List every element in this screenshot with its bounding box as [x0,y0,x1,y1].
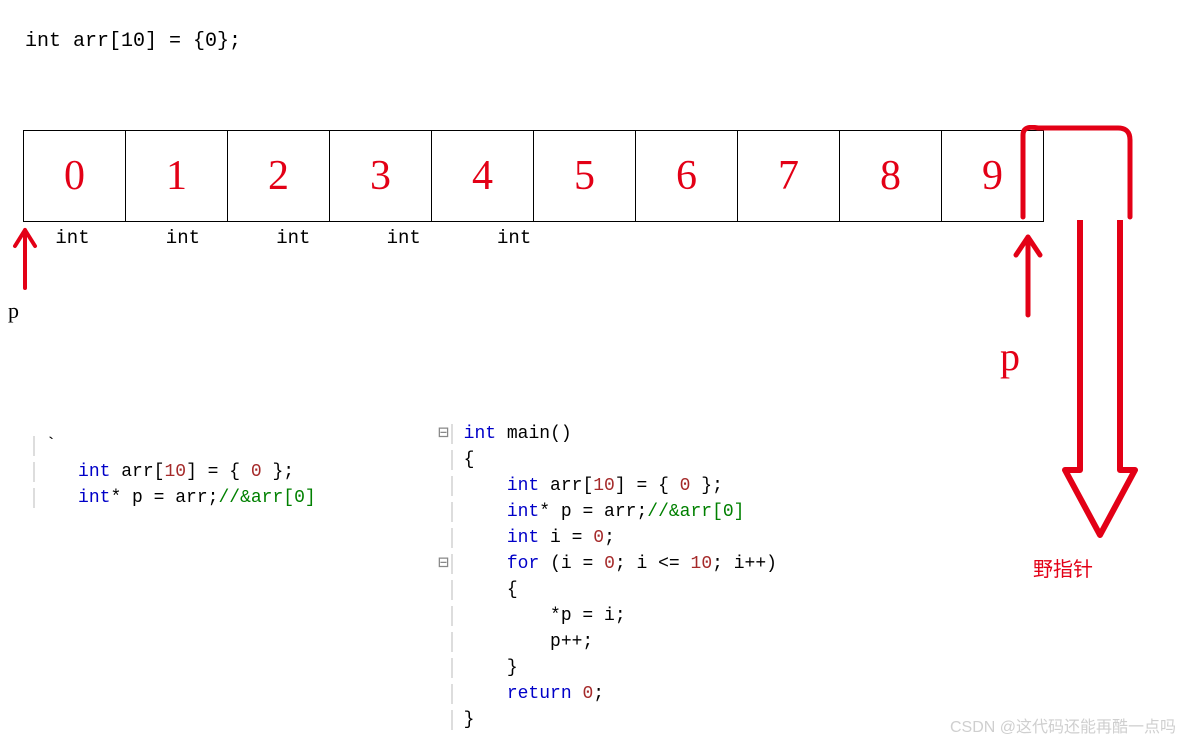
type-label: int [133,227,232,249]
code-snippet-2: ⊟ int main() { int arr[10] = { 0 }; int*… [438,395,777,733]
cell-6: 6 [676,153,697,199]
array-table: 0 1 2 3 4 5 6 7 8 9 [23,130,1044,222]
pointer-end-label: p [1000,333,1020,380]
type-labels-row: int int int int int [23,227,564,249]
wild-pointer-label: 野指针 [1033,553,1093,582]
cell-2: 2 [268,153,289,199]
code-snippet-1: ` int arr[10] = { 0 }; int* p = arr;//&a… [20,407,316,511]
pointer-start-label: p [8,298,19,324]
cell-8: 8 [880,153,901,199]
array-declaration: int arr[10] = {0}; [25,30,241,53]
cell-9: 9 [982,153,1003,199]
watermark: CSDN @这代码还能再酷一点吗 [950,713,1176,737]
type-label: int [23,227,122,249]
pointer-end-arrow-icon [1008,225,1048,325]
cell-5: 5 [574,153,595,199]
cell-4: 4 [472,153,493,199]
wild-pointer-arrow-icon [1060,220,1140,540]
cell-0: 0 [64,153,85,199]
cell-7: 7 [778,153,799,199]
type-label: int [244,227,343,249]
cell-3: 3 [370,153,391,199]
type-label: int [465,227,564,249]
type-label: int [354,227,453,249]
cell-1: 1 [166,153,187,199]
